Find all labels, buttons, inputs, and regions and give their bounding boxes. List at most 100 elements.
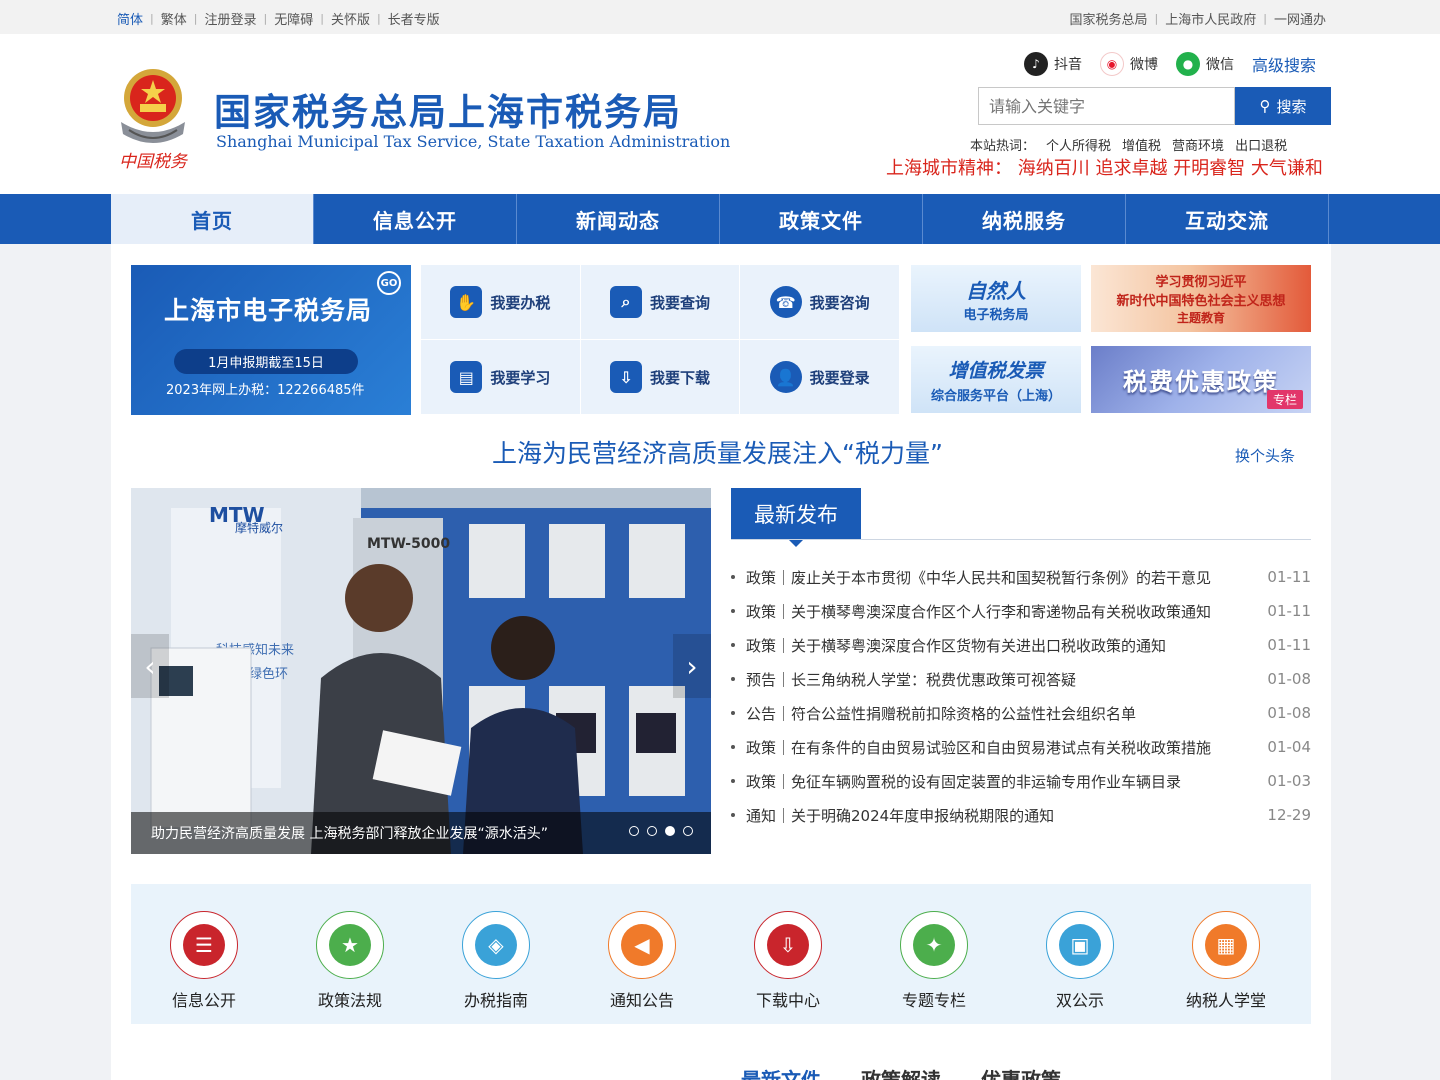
tab-latest-docs[interactable]: 最新文件 bbox=[741, 1064, 821, 1080]
nav-interaction[interactable]: 互动交流 bbox=[1126, 194, 1329, 244]
register-login-link[interactable]: 注册登录 bbox=[204, 9, 256, 28]
one-netcom-link[interactable]: 一网通办 bbox=[1274, 9, 1326, 28]
slider-prev-button[interactable]: ‹ bbox=[131, 634, 169, 698]
photo-brand-cn-text: 摩特威尔 bbox=[235, 520, 283, 535]
tax-policy-title: 税费优惠政策 bbox=[1123, 367, 1279, 396]
board-icon: ▣ bbox=[1059, 924, 1101, 966]
headline-link[interactable]: 上海为民营经济高质量发展注入“税力量” bbox=[492, 434, 943, 470]
compass-icon: ◈ bbox=[475, 924, 517, 966]
service-login[interactable]: 👤 我要登录 bbox=[740, 340, 900, 415]
tab-policy-interpretation[interactable]: 政策解读 bbox=[861, 1064, 941, 1080]
search-icon: ⚲ bbox=[1259, 97, 1271, 115]
service-download[interactable]: ⇩ 我要下载 bbox=[580, 340, 741, 415]
document-tabs: 最新文件 政策解读 优惠政策 bbox=[741, 1064, 1101, 1080]
e-tax-title: 上海市电子税务局 bbox=[164, 296, 373, 325]
traditional-chinese-link[interactable]: 繁体 bbox=[161, 9, 187, 28]
query-icon: ⌕ bbox=[609, 286, 642, 318]
simplified-chinese-link[interactable]: 简体 bbox=[117, 9, 143, 28]
hot-words-label: 本站热词： bbox=[970, 139, 1036, 154]
list-item[interactable]: 通知｜关于明确2024年度申报纳税期限的通知 12-29 bbox=[731, 798, 1311, 832]
search-input[interactable] bbox=[978, 87, 1235, 125]
search-button[interactable]: ⚲ 搜索 bbox=[1235, 87, 1331, 125]
vat-invoice-platform-tile[interactable]: 增值税发票 综合服务平台（上海） bbox=[911, 346, 1081, 413]
site-header: 中国税务 国家税务总局上海市税务局 Shanghai Municipal Tax… bbox=[0, 34, 1440, 194]
tab-preferential-policies[interactable]: 优惠政策 bbox=[981, 1064, 1061, 1080]
user-login-icon: 👤 bbox=[769, 361, 802, 393]
hot-word-link[interactable]: 增值税 bbox=[1122, 135, 1161, 154]
quick-download-center[interactable]: ⇩ 下载中心 bbox=[715, 884, 861, 1024]
photo-slogan2-text: 绿色环 bbox=[249, 666, 288, 682]
nav-info-disclosure[interactable]: 信息公开 bbox=[314, 194, 517, 244]
advanced-search-link[interactable]: 高级搜索 bbox=[1252, 52, 1316, 76]
quick-policy-regulations[interactable]: ★ 政策法规 bbox=[277, 884, 423, 1024]
theme-education-line1: 学习贯彻习近平 bbox=[1155, 275, 1247, 290]
latest-divider bbox=[731, 539, 1311, 540]
douyin-link[interactable]: ♪ 抖音 bbox=[1023, 52, 1082, 76]
tax-emblem-logo[interactable]: 中国税务 bbox=[113, 64, 193, 176]
info-list-icon: ☰ bbox=[183, 924, 225, 966]
service-consult[interactable]: ☎ 我要咨询 bbox=[740, 265, 900, 340]
weibo-label: 微博 bbox=[1129, 57, 1158, 73]
slider-dot-active[interactable] bbox=[665, 826, 675, 836]
top-left-links: 简体 | 繁体 | 注册登录 | 无障碍 | 关怀版 | 长者专版 bbox=[117, 9, 440, 28]
natural-person-etax-tile[interactable]: 自然人 电子税务局 bbox=[911, 265, 1081, 332]
slider-dot[interactable] bbox=[629, 826, 639, 836]
slider-dot[interactable] bbox=[683, 826, 693, 836]
care-version-link[interactable]: 关怀版 bbox=[331, 9, 370, 28]
photo-model-text: MTW-5000 bbox=[367, 536, 450, 552]
elderly-version-link[interactable]: 长者专版 bbox=[388, 9, 440, 28]
nav-home[interactable]: 首页 bbox=[111, 194, 314, 244]
list-item[interactable]: 政策｜废止关于本市贯彻《中华人民共和国契税暂行条例》的若干意见 01-11 bbox=[731, 560, 1311, 594]
sta-link[interactable]: 国家税务总局 bbox=[1070, 9, 1148, 28]
shanghai-gov-link[interactable]: 上海市人民政府 bbox=[1165, 9, 1256, 28]
list-item[interactable]: 公告｜符合公益性捐赠税前扣除资格的公益性社会组织名单 01-08 bbox=[731, 696, 1311, 730]
latest-releases-tab[interactable]: 最新发布 bbox=[731, 488, 861, 547]
weibo-link[interactable]: ◉ 微博 bbox=[1099, 52, 1158, 76]
theme-education-tile[interactable]: 学习贯彻习近平 新时代中国特色社会主义思想 主题教育 bbox=[1091, 265, 1311, 332]
hot-word-link[interactable]: 营商环境 bbox=[1172, 135, 1224, 154]
main-content: 上海市电子税务局 GO 1月申报期截至15日 2023年网上办税：1222664… bbox=[111, 244, 1331, 1080]
quick-double-publicity[interactable]: ▣ 双公示 bbox=[1007, 884, 1153, 1024]
news-photo-slider[interactable]: MTW 摩特威尔 科技感知未来 绿色环 MTW-5000 ‹ › 助力民营经济高 bbox=[131, 488, 711, 854]
list-item[interactable]: 政策｜关于横琴粤澳深度合作区货物有关进出口税收政策的通知 01-11 bbox=[731, 628, 1311, 662]
classroom-icon: ▦ bbox=[1205, 924, 1247, 966]
chevron-right-icon: › bbox=[686, 649, 698, 683]
natural-person-title: 自然人 bbox=[966, 278, 1026, 303]
list-item[interactable]: 预告｜长三角纳税人学堂：税费优惠政策可视答疑 01-08 bbox=[731, 662, 1311, 696]
slider-dot[interactable] bbox=[647, 826, 657, 836]
nav-tax-service[interactable]: 纳税服务 bbox=[923, 194, 1126, 244]
accessibility-link[interactable]: 无障碍 bbox=[274, 9, 313, 28]
nav-news[interactable]: 新闻动态 bbox=[517, 194, 720, 244]
social-links: ♪ 抖音 ◉ 微博 ● 微信 高级搜索 bbox=[1006, 52, 1316, 76]
service-tax-handling[interactable]: ✋ 我要办税 bbox=[421, 265, 581, 340]
column-tag: 专栏 bbox=[1266, 390, 1303, 409]
latest-list: 政策｜废止关于本市贯彻《中华人民共和国契税暂行条例》的若干意见 01-11 政策｜… bbox=[731, 560, 1311, 832]
tax-preferential-policy-tile[interactable]: 税费优惠政策 专栏 bbox=[1091, 346, 1311, 413]
list-item[interactable]: 政策｜在有条件的自由贸易试验区和自由贸易港试点有关税收政策措施 01-04 bbox=[731, 730, 1311, 764]
nav-policy-docs[interactable]: 政策文件 bbox=[720, 194, 923, 244]
hot-word-link[interactable]: 出口退税 bbox=[1235, 135, 1287, 154]
slider-next-button[interactable]: › bbox=[673, 634, 711, 698]
service-study[interactable]: ▤ 我要学习 bbox=[421, 340, 581, 415]
quick-taxpayer-school[interactable]: ▦ 纳税人学堂 bbox=[1153, 884, 1299, 1024]
tax-handling-icon: ✋ bbox=[450, 286, 483, 318]
change-headline-button[interactable]: 换个头条 bbox=[1235, 445, 1295, 466]
quick-tax-guide[interactable]: ◈ 办税指南 bbox=[423, 884, 569, 1024]
quick-special-topics[interactable]: ✦ 专题专栏 bbox=[861, 884, 1007, 1024]
quick-notices[interactable]: ◀ 通知公告 bbox=[569, 884, 715, 1024]
study-book-icon: ▤ bbox=[450, 361, 483, 393]
wechat-link[interactable]: ● 微信 bbox=[1175, 52, 1234, 76]
top-utility-bar: 简体 | 繁体 | 注册登录 | 无障碍 | 关怀版 | 长者专版 国家税务总局 | 上海市… bbox=[0, 0, 1440, 34]
service-query[interactable]: ⌕ 我要查询 bbox=[580, 265, 741, 340]
quick-info-disclosure[interactable]: ☰ 信息公开 bbox=[131, 884, 277, 1024]
e-tax-bureau-banner[interactable]: 上海市电子税务局 GO 1月申报期截至15日 2023年网上办税：1222664… bbox=[131, 265, 411, 415]
download-icon: ⇩ bbox=[609, 361, 642, 393]
hot-word-link[interactable]: 个人所得税 bbox=[1046, 135, 1111, 154]
list-item[interactable]: 政策｜免征车辆购置税的设有固定装置的非运输专用作业车辆目录 01-03 bbox=[731, 764, 1311, 798]
slider-dots bbox=[621, 826, 693, 836]
policy-book-icon: ★ bbox=[329, 924, 371, 966]
list-item[interactable]: 政策｜关于横琴粤澳深度合作区个人行李和寄递物品有关税收政策通知 01-11 bbox=[731, 594, 1311, 628]
quick-links: ☰ 信息公开 ★ 政策法规 ◈ 办税指南 ◀ 通知公告 ⇩ 下载中心 ✦ 专题专… bbox=[131, 884, 1311, 1024]
wechat-label: 微信 bbox=[1205, 57, 1234, 73]
douyin-label: 抖音 bbox=[1053, 57, 1082, 73]
